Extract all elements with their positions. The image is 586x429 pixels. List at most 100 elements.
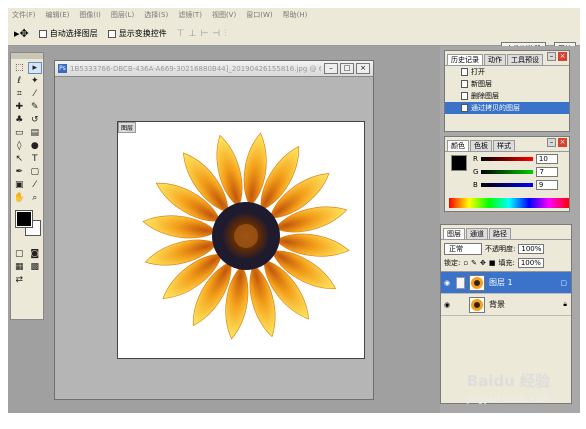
align-left-icon[interactable]: ⊢ [200,29,208,39]
lock-all-icon[interactable]: ■ [489,259,496,267]
menu-edit[interactable]: 编辑(E) [46,10,70,20]
history-step-icon [461,104,468,112]
baidu-watermark-url: jingyan.baidu.com [466,395,550,405]
color-spectrum-bar[interactable] [449,198,569,208]
color-fg-swatch[interactable] [451,155,467,171]
opacity-input[interactable]: 100% [518,244,545,254]
document-titlebar[interactable]: Ps 1B5333766-DBCB-436A-A669-30216880B44]… [55,61,373,77]
lock-paint-icon[interactable]: ✎ [471,259,477,267]
zoom-tool-icon[interactable]: ⌕ [28,192,43,204]
brush-link-icon[interactable] [456,276,465,289]
tab-history[interactable]: 历史记录 [447,54,483,65]
show-bounds-checkbox[interactable]: 显示变换控件 [107,28,167,39]
magic-wand-tool-icon[interactable]: ✦ [28,75,43,87]
tab-actions[interactable]: 动作 [484,54,506,65]
crop-tool-icon[interactable]: ⌗ [12,88,27,100]
distribute-icon[interactable]: ⫶ [224,29,226,39]
green-value-input[interactable]: 7 [536,166,559,177]
layers-tabs: 图层 通道 路径 [441,228,571,240]
green-slider[interactable] [481,169,534,174]
slice-tool-icon[interactable]: ⁄ [28,88,43,100]
image-canvas[interactable]: 图层 [117,121,365,359]
eyedropper-icon[interactable]: ⁄ [28,179,43,191]
shape-tool-icon[interactable]: ▢ [28,166,43,178]
checkbox-box[interactable] [38,29,47,38]
canvas-label: 图层 [118,122,137,133]
minimize-button[interactable]: – [324,63,338,74]
checkbox-box[interactable] [107,29,116,38]
layer-row[interactable]: ◉ 背景 🔒︎ [441,294,571,316]
screen-mode-icon[interactable]: ▦ [12,261,27,273]
menu-file[interactable]: 文件(F) [12,10,36,20]
align-right-icon[interactable]: ⊣ [212,29,220,39]
fill-input[interactable]: 100% [517,258,544,268]
blue-value-input[interactable]: 9 [535,179,558,190]
marquee-tool-icon[interactable]: ⬚ [12,62,27,74]
pen-tool-icon[interactable]: ✒ [12,166,27,178]
standard-mode-icon[interactable]: ▢ [12,248,27,260]
move-tool-icon[interactable]: ▸ [27,62,42,74]
fullscreen-mode-icon[interactable]: ▩ [28,261,43,273]
align-top-icon[interactable]: ⊤ [177,29,185,39]
brush-link-icon[interactable] [456,299,465,311]
history-brush-icon[interactable]: ↺ [28,114,43,126]
eraser-tool-icon[interactable]: ▭ [12,127,27,139]
panel-minimize-button[interactable]: – [547,138,556,147]
hand-tool-icon[interactable]: ✋ [12,192,27,204]
tab-paths[interactable]: 路径 [489,228,511,239]
history-item[interactable]: 打开 [445,66,569,78]
eye-icon[interactable]: ◉ [444,279,452,287]
lock-transparency-icon[interactable]: ▫ [463,259,468,267]
align-bottom-icon[interactable]: ⊥ [189,29,197,39]
toolbox-grip[interactable] [11,53,43,59]
tab-color[interactable]: 颜色 [447,140,469,151]
close-button[interactable]: × [356,63,370,74]
notes-tool-icon[interactable]: ▣ [12,179,27,191]
document-title: 1B5333766-DBCB-436A-A669-30216880B44]_20… [70,64,321,73]
tab-styles[interactable]: 样式 [493,140,515,151]
blur-tool-icon[interactable]: ◊ [12,140,27,152]
gradient-tool-icon[interactable]: ▤ [28,127,43,139]
menu-layer[interactable]: 图层(L) [111,10,134,20]
lock-move-icon[interactable]: ✥ [480,259,486,267]
panel-minimize-button[interactable]: – [547,52,556,61]
healing-brush-icon[interactable]: ✚ [12,101,27,113]
tab-swatches[interactable]: 色板 [470,140,492,151]
quickmask-mode-icon[interactable]: ◙ [28,248,43,260]
dodge-tool-icon[interactable]: ● [28,140,43,152]
blue-slider[interactable] [480,182,533,187]
align-buttons: ⊤ ⊥ ⊢ ⊣ ⫶ [177,29,227,39]
menu-select[interactable]: 选择(S) [144,10,168,20]
path-select-icon[interactable]: ↖ [12,153,27,165]
history-item-selected[interactable]: 通过拷贝的图层 [445,102,569,114]
red-slider[interactable] [480,156,533,161]
history-item[interactable]: 删除图层 [445,90,569,102]
tab-tool-presets[interactable]: 工具预设 [507,54,543,65]
photoshop-window: 文件(F) 编辑(E) 图像(I) 图层(L) 选择(S) 滤镜(T) 视图(V… [8,8,580,413]
move-tool-icon[interactable]: ▸✥ [14,27,29,40]
menu-window[interactable]: 窗口(W) [246,10,272,20]
red-value-input[interactable]: 10 [535,153,558,164]
panel-close-button[interactable]: × [558,138,567,147]
history-item[interactable]: 新图层 [445,78,569,90]
clone-stamp-icon[interactable]: ♣ [12,114,27,126]
menu-help[interactable]: 帮助(H) [283,10,308,20]
history-item-label: 新图层 [471,80,492,88]
imageready-icon[interactable]: ⇄ [12,274,27,286]
menu-view[interactable]: 视图(V) [212,10,236,20]
menu-image[interactable]: 图像(I) [79,10,101,20]
foreground-color[interactable] [15,210,33,228]
layer-row[interactable]: ◉ 图层 1 ▢ [441,272,571,294]
tab-channels[interactable]: 通道 [466,228,488,239]
layer-thumbnail [469,274,485,291]
menu-filter[interactable]: 滤镜(T) [178,10,202,20]
panel-close-button[interactable]: × [558,52,567,61]
eye-icon[interactable]: ◉ [444,301,452,309]
type-tool-icon[interactable]: T [28,153,43,165]
brush-tool-icon[interactable]: ✎ [28,101,43,113]
auto-select-checkbox[interactable]: 自动选择图层 [38,28,98,39]
lasso-tool-icon[interactable]: ℓ [12,75,27,87]
blend-mode-select[interactable]: 正常 [444,243,482,255]
maximize-button[interactable]: □ [340,63,354,74]
tab-layers[interactable]: 图层 [443,228,465,239]
